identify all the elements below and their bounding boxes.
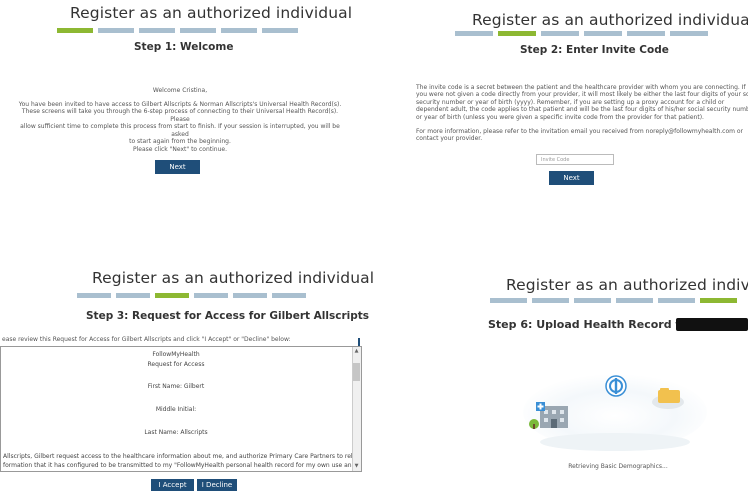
- paragraph-line: allow sufficient time to complete this p…: [20, 123, 340, 138]
- step-segment-4: [194, 293, 228, 298]
- scroll-line-last-name: Last Name: Allscripts: [144, 429, 208, 436]
- step-segment-6: [670, 31, 708, 36]
- step-segment-3: [574, 298, 611, 303]
- consent-line-1: Allscripts, Gilbert request access to th…: [3, 453, 353, 460]
- step-segment-4: [180, 28, 216, 33]
- sync-icon: [605, 375, 627, 397]
- welcome-paragraph: You have been invited to have access to …: [15, 101, 345, 145]
- step-segment-5: [627, 31, 665, 36]
- step-segment-5: [221, 28, 257, 33]
- scroll-line-app: FollowMyHealth: [152, 351, 200, 358]
- continue-instruction: Please click "Next" to continue.: [132, 146, 228, 153]
- paragraph-line: security number or year of birth (yyyy).…: [416, 98, 725, 106]
- paragraph-line: These screens will take you through the …: [21, 108, 339, 123]
- page-title: Register as an authorized individual: [472, 11, 748, 29]
- step-segment-4: [584, 31, 622, 36]
- step-subtitle: Step 6: Upload Health Record for: [488, 318, 694, 331]
- info-paragraph: For more information, please refer to th…: [416, 128, 748, 143]
- step-segment-5: [658, 298, 695, 303]
- step-segment-1: [57, 28, 93, 33]
- step-segment-6: [700, 298, 737, 303]
- scroll-down-icon[interactable]: ▼: [353, 463, 360, 470]
- step-segment-2: [98, 28, 134, 33]
- paragraph-line: The invite code is a secret between the …: [416, 84, 746, 91]
- paragraph-line: or year of birth (unless you were given …: [416, 113, 704, 121]
- paragraph-line: you were not given a code directly from …: [416, 91, 748, 99]
- step-segment-6: [272, 293, 306, 298]
- accept-button[interactable]: I Accept: [151, 479, 194, 491]
- step-segment-2: [498, 31, 536, 36]
- step-progress-bar: [490, 298, 737, 303]
- step-subtitle: Step 2: Enter Invite Code: [520, 44, 669, 56]
- consent-line-2: formation that it has configured to be t…: [3, 462, 353, 469]
- scroll-line-middle-initial: Middle Initial:: [155, 406, 197, 413]
- page-title: Register as an authorized individual: [70, 4, 353, 22]
- redacted-name: [676, 318, 748, 331]
- review-instruction: ease review this Request for Access for …: [2, 336, 291, 343]
- step-subtitle: Step 3: Request for Access for Gilbert A…: [86, 310, 370, 322]
- page-title: Register as an authorized individual: [506, 276, 748, 294]
- step-progress-bar: [57, 28, 298, 33]
- step-segment-1: [77, 293, 111, 298]
- paragraph-line: dependent adult, the code applies to tha…: [416, 106, 748, 114]
- step-segment-4: [616, 298, 653, 303]
- step-segment-6: [262, 28, 298, 33]
- scrollbar-thumb[interactable]: [353, 363, 360, 381]
- scroll-line-heading: Request for Access: [147, 361, 205, 368]
- step-segment-3: [155, 293, 189, 298]
- page-title: Register as an authorized individual: [92, 269, 375, 287]
- step-progress-bar: [77, 293, 306, 298]
- step-segment-3: [139, 28, 175, 33]
- invite-code-paragraph: The invite code is a secret between the …: [416, 84, 748, 121]
- step-segment-1: [490, 298, 527, 303]
- scroll-up-icon[interactable]: ▲: [353, 348, 360, 355]
- step-subtitle: Step 1: Welcome: [134, 41, 234, 53]
- step-segment-2: [532, 298, 569, 303]
- request-scroll-box[interactable]: FollowMyHealth Request for Access First …: [0, 346, 362, 472]
- step-segment-1: [455, 31, 493, 36]
- paragraph-line: For more information, please refer to th…: [416, 128, 744, 135]
- status-text: Retrieving Basic Demographics...: [568, 463, 668, 470]
- paragraph-line: to start again from the beginning.: [129, 138, 231, 146]
- decline-button[interactable]: I Decline: [197, 479, 237, 491]
- step-progress-bar: [455, 31, 708, 36]
- step-segment-3: [541, 31, 579, 36]
- invite-code-input[interactable]: Invite Code: [536, 154, 614, 165]
- step-segment-2: [116, 293, 150, 298]
- paragraph-line: You have been invited to have access to …: [18, 101, 342, 108]
- step-segment-5: [233, 293, 267, 298]
- greeting-text: Welcome Cristina,: [152, 87, 208, 94]
- next-button[interactable]: Next: [549, 171, 594, 185]
- next-button[interactable]: Next: [155, 160, 200, 174]
- upload-illustration: [523, 374, 707, 451]
- scroll-line-first-name: First Name: Gilbert: [147, 383, 205, 390]
- paragraph-line: contact your provider.: [416, 135, 483, 143]
